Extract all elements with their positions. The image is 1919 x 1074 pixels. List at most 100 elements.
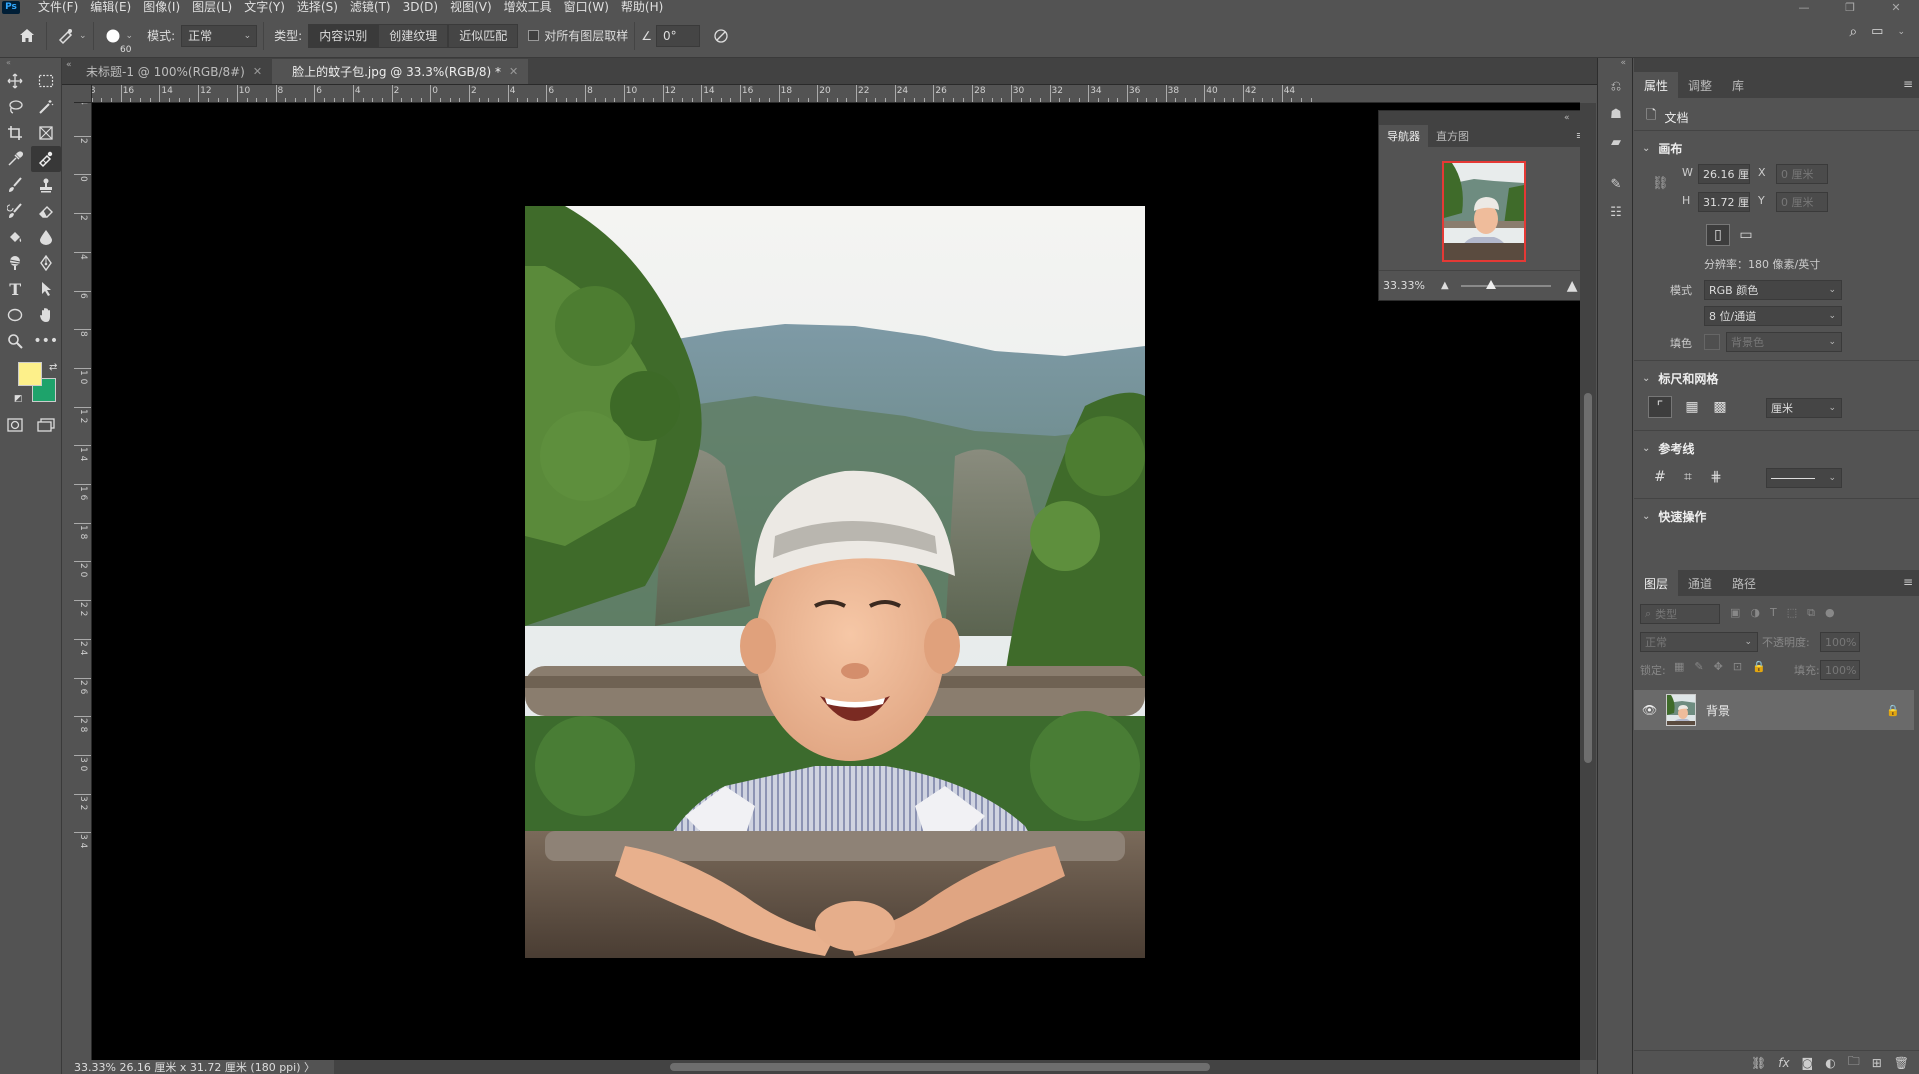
blend-mode-select[interactable]: 正常 ⌄ (1640, 632, 1758, 652)
path-selection-tool-icon[interactable] (31, 276, 62, 302)
type-create-texture-button[interactable]: 创建纹理 (378, 23, 449, 48)
delete-layer-icon[interactable]: 🗑 (1894, 1056, 1909, 1070)
workspace-dropdown-icon[interactable]: ⌄ (1897, 27, 1905, 40)
pen-tool-icon[interactable] (31, 250, 62, 276)
menu-item[interactable]: 选择(S) (291, 0, 344, 14)
more-tools-icon[interactable]: ••• (31, 328, 62, 354)
ruler-toggle-icon[interactable]: ⌜ (1648, 396, 1672, 418)
y-input[interactable]: 0 厘米 (1776, 192, 1828, 212)
pixel-grid-toggle-icon[interactable]: ▩ (1708, 396, 1732, 418)
zoom-slider-knob[interactable] (1485, 279, 1496, 289)
comments-icon[interactable]: ▰ (1598, 128, 1634, 156)
marquee-tool-icon[interactable] (31, 68, 62, 94)
tab-libraries[interactable]: 库 (1722, 72, 1754, 98)
color-mode-select[interactable]: RGB 颜色 ⌄ (1704, 280, 1842, 300)
eraser-tool-icon[interactable] (31, 198, 62, 224)
pressure-size-icon[interactable] (708, 23, 734, 49)
new-layer-icon[interactable]: ⊞ (1872, 1056, 1882, 1070)
plugins-icon[interactable]: ☗ (1598, 100, 1634, 128)
menu-item[interactable]: 滤镜(T) (344, 0, 397, 14)
fx-icon[interactable]: fx (1778, 1056, 1789, 1070)
sample-all-layers-option[interactable]: 对所有图层取样 (528, 27, 628, 44)
lock-all-icon[interactable]: 🔒 (1752, 660, 1766, 673)
fill-input[interactable]: 100% (1820, 660, 1860, 680)
zoom-tool-icon[interactable] (0, 328, 31, 354)
dodge-tool-icon[interactable] (0, 250, 31, 276)
screen-mode-icon[interactable] (31, 412, 62, 438)
ruler-unit-select[interactable]: 厘米 ⌄ (1766, 398, 1842, 418)
type-tool-icon[interactable]: T (0, 276, 31, 302)
eyedropper-tool-icon[interactable] (0, 146, 31, 172)
lasso-tool-icon[interactable] (0, 94, 31, 120)
foreground-color-swatch[interactable] (18, 362, 42, 386)
panel-grip-icon[interactable]: « (0, 58, 61, 68)
swap-colors-icon[interactable]: ⇄ (49, 362, 57, 373)
photoshop-logo[interactable]: Ps (2, 0, 20, 14)
hand-tool-icon[interactable] (31, 302, 62, 328)
lock-artboard-icon[interactable]: ⊡ (1733, 660, 1742, 673)
layer-thumbnail[interactable] (1666, 694, 1696, 726)
menu-item[interactable]: 窗口(W) (558, 0, 615, 14)
guides-section-header[interactable]: ⌄ 参考线 (1634, 436, 1694, 460)
new-guide-icon[interactable]: ⌗ (1676, 466, 1700, 488)
preset-dropdown-icon[interactable]: ⌄ (79, 31, 87, 41)
x-input[interactable]: 0 厘米 (1776, 164, 1828, 184)
lock-icon[interactable]: 🔒 (1886, 704, 1900, 717)
minimize-button[interactable]: — (1781, 0, 1827, 14)
paint-bucket-tool-icon[interactable] (0, 224, 31, 250)
menu-item[interactable]: 图层(L) (186, 0, 238, 14)
magic-wand-tool-icon[interactable] (31, 94, 62, 120)
pixel-filter-icon[interactable]: ▣ (1730, 606, 1740, 620)
grid-toggle-icon[interactable]: ▦ (1680, 396, 1704, 418)
tab-active-document[interactable]: 脸上的蚊子包.jpg @ 33.3%(RGB/8) * ✕ (272, 59, 529, 84)
spot-healing-brush-tool-icon[interactable] (30, 146, 61, 172)
zoom-slider[interactable] (1460, 279, 1551, 289)
workspace-icon[interactable]: ▭ (1871, 24, 1883, 40)
menu-item[interactable]: 增效工具 (498, 0, 558, 14)
add-mask-icon[interactable]: ◙ (1802, 1056, 1814, 1070)
opacity-input[interactable]: 100% (1820, 632, 1860, 652)
close-tab-icon[interactable]: ✕ (253, 65, 262, 78)
horizontal-ruler[interactable]: 1816141210864202468101214161820222426283… (92, 85, 1580, 103)
type-filter-icon[interactable]: T (1770, 606, 1777, 620)
panel-menu-icon[interactable]: ≡ (1903, 77, 1913, 91)
sample-all-layers-checkbox[interactable] (528, 30, 540, 41)
menu-item[interactable]: 帮助(H) (615, 0, 669, 14)
fill-select[interactable]: 背景色 ⌄ (1726, 332, 1842, 352)
frame-tool-icon[interactable] (31, 120, 62, 146)
quick-mask-icon[interactable] (0, 412, 31, 438)
type-proximity-match-button[interactable]: 近似匹配 (448, 23, 519, 48)
restore-button[interactable]: ❐ (1827, 0, 1873, 14)
lock-transparent-icon[interactable]: ▦ (1674, 660, 1684, 673)
brush-tool-icon[interactable] (0, 172, 31, 198)
horizontal-scroll-thumb[interactable] (670, 1063, 1210, 1071)
spot-healing-tool-preset-icon[interactable] (53, 23, 79, 49)
canvas-section-header[interactable]: ⌄ 画布 (1634, 136, 1682, 160)
zoom-in-icon[interactable]: ▲ (1567, 278, 1578, 294)
home-icon[interactable] (14, 23, 40, 49)
tab-properties[interactable]: 属性 (1634, 72, 1679, 98)
eye-icon[interactable]: 👁 (1642, 703, 1657, 717)
history-icon[interactable]: ⎌ (1598, 72, 1634, 100)
crop-tool-icon[interactable] (0, 120, 31, 146)
layer-filter-select[interactable]: ⌕ 类型 (1640, 604, 1720, 624)
vertical-ruler[interactable]: 4 2 0 2 4 6 8 1 0 1 2 1 4 1 6 1 8 2 0 2 2 2 4 2 6 2 8 3 0… (74, 103, 92, 1060)
type-content-aware-button[interactable]: 内容识别 (308, 23, 379, 48)
link-icon[interactable]: ⛓ (1652, 176, 1669, 191)
document-image[interactable] (525, 206, 1145, 958)
history-brush-tool-icon[interactable] (0, 198, 31, 224)
menu-item[interactable]: 编辑(E) (84, 0, 137, 14)
canvas-area[interactable]: « ✕ 导航器 直方图 ≡ 33.33% ▲ (92, 103, 1580, 1060)
menu-item[interactable]: 视图(V) (444, 0, 498, 14)
tab-navigator[interactable]: 导航器 (1379, 125, 1428, 147)
status-text[interactable]: 33.33% 26.16 厘米 x 31.72 厘米 (180 ppi) 〉 (74, 1059, 315, 1074)
move-tool-icon[interactable] (0, 68, 31, 94)
angle-input[interactable]: 0° (656, 24, 701, 47)
ellipse-tool-icon[interactable] (0, 302, 31, 328)
blur-tool-icon[interactable] (31, 224, 62, 250)
fill-color-swatch[interactable] (1704, 334, 1720, 350)
tab-paths[interactable]: 路径 (1722, 570, 1766, 596)
navigator-preview[interactable] (1442, 161, 1526, 262)
layer-name[interactable]: 背景 (1706, 702, 1730, 719)
guides-icon[interactable]: # (1648, 466, 1672, 488)
